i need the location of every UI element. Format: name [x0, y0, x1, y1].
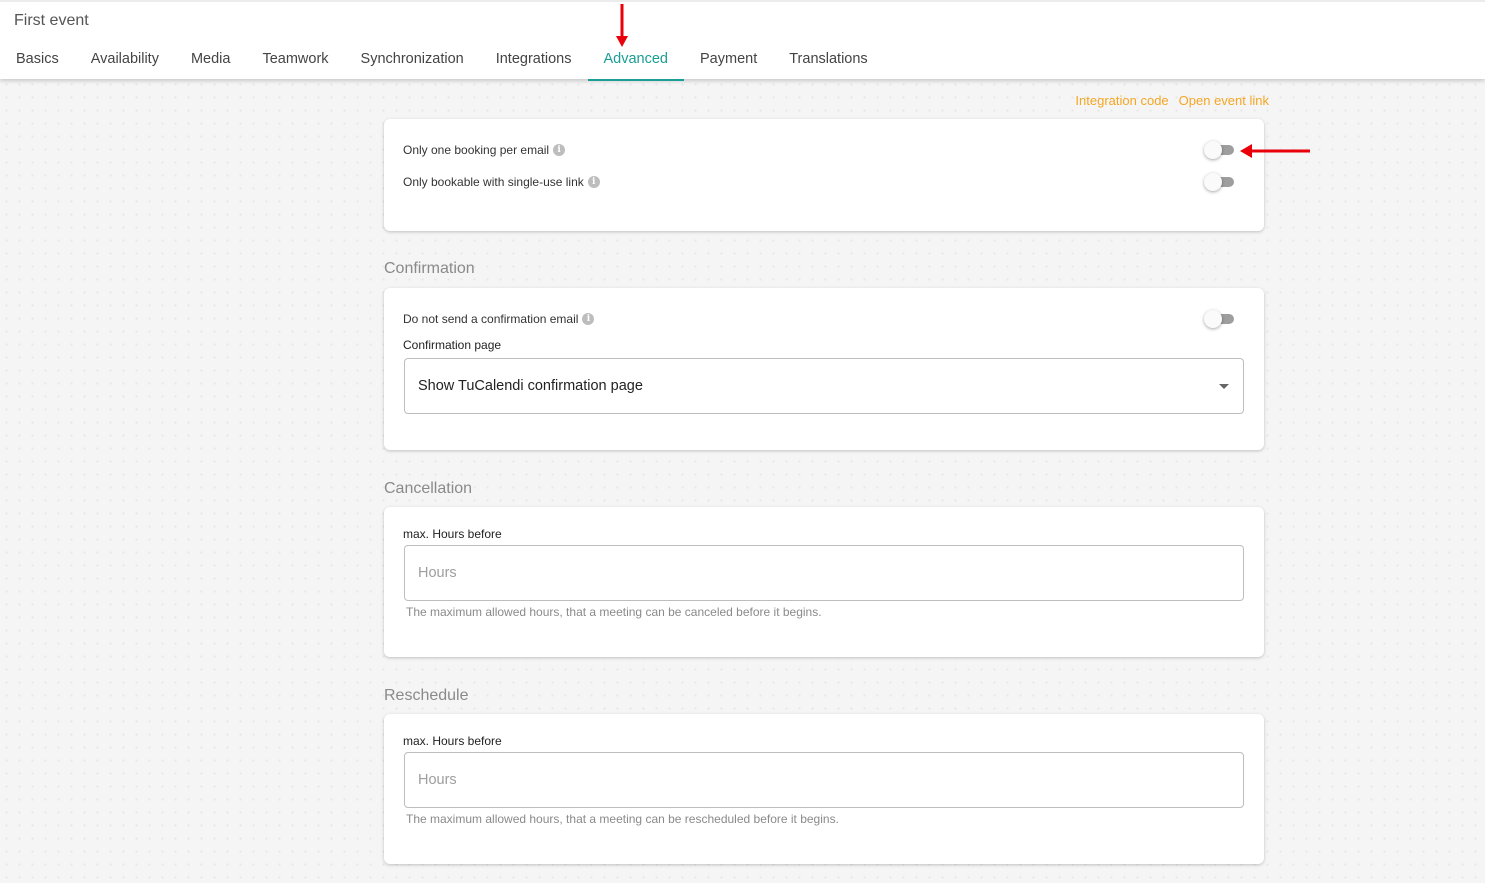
no-confirmation-email-row: Do not send a confirmation email i — [403, 309, 1238, 329]
info-icon[interactable]: i — [587, 176, 600, 188]
top-links: Integration code Open event link — [1075, 93, 1269, 108]
annotation-arrow-down-icon — [616, 4, 628, 47]
cancellation-hours-label: max. Hours before — [403, 527, 502, 541]
tab-translations[interactable]: Translations — [773, 36, 883, 81]
tab-bar: Basics Availability Media Teamwork Synch… — [0, 36, 884, 81]
confirmation-page-label: Confirmation page — [403, 338, 502, 352]
booking-options-card: Only one booking per email i Only bookab… — [384, 119, 1264, 231]
integration-code-link[interactable]: Integration code — [1075, 93, 1168, 108]
one-booking-per-email-toggle[interactable] — [1204, 140, 1238, 160]
cancellation-card: max. Hours before The maximum allowed ho… — [384, 507, 1264, 657]
confirmation-card: Do not send a confirmation email i Confi… — [384, 288, 1264, 450]
cancellation-hours-input[interactable] — [418, 546, 1243, 600]
annotation-arrow-left-icon — [1240, 144, 1310, 158]
tab-payment[interactable]: Payment — [684, 36, 773, 81]
page-title: First event — [14, 12, 89, 29]
tab-availability[interactable]: Availability — [75, 36, 175, 81]
no-confirmation-email-toggle[interactable] — [1204, 309, 1238, 329]
reschedule-card: max. Hours before The maximum allowed ho… — [384, 714, 1264, 864]
one-booking-per-email-label: Only one booking per email — [403, 143, 550, 157]
single-use-link-row: Only bookable with single-use link i — [403, 172, 1238, 192]
cancellation-hours-field — [404, 545, 1244, 601]
cancellation-hint: The maximum allowed hours, that a meetin… — [406, 605, 822, 619]
confirmation-page-value: Show TuCalendi confirmation page — [418, 378, 643, 394]
confirmation-page-select[interactable]: Show TuCalendi confirmation page — [404, 358, 1244, 414]
tab-teamwork[interactable]: Teamwork — [246, 36, 344, 81]
info-icon[interactable]: i — [582, 313, 595, 325]
tab-integrations[interactable]: Integrations — [480, 36, 588, 81]
one-booking-per-email-row: Only one booking per email i — [403, 140, 1238, 160]
reschedule-section-title: Reschedule — [384, 687, 469, 704]
reschedule-hours-field — [404, 752, 1244, 808]
open-event-link[interactable]: Open event link — [1179, 93, 1269, 108]
confirmation-section-title: Confirmation — [384, 260, 475, 277]
reschedule-hours-input[interactable] — [418, 753, 1243, 807]
single-use-link-toggle[interactable] — [1204, 172, 1238, 192]
tab-advanced[interactable]: Advanced — [587, 36, 685, 81]
dropdown-caret-icon — [1219, 384, 1229, 389]
reschedule-hours-label: max. Hours before — [403, 734, 502, 748]
cancellation-section-title: Cancellation — [384, 480, 473, 497]
tab-media[interactable]: Media — [175, 36, 247, 81]
reschedule-hint: The maximum allowed hours, that a meetin… — [406, 812, 839, 826]
tab-synchronization[interactable]: Synchronization — [345, 36, 480, 81]
single-use-link-label: Only bookable with single-use link — [403, 175, 584, 189]
info-icon[interactable]: i — [553, 144, 566, 156]
no-confirmation-email-label: Do not send a confirmation email — [403, 312, 579, 326]
tab-basics[interactable]: Basics — [0, 36, 75, 81]
top-bar: First event Basics Availability Media Te… — [0, 0, 1485, 81]
